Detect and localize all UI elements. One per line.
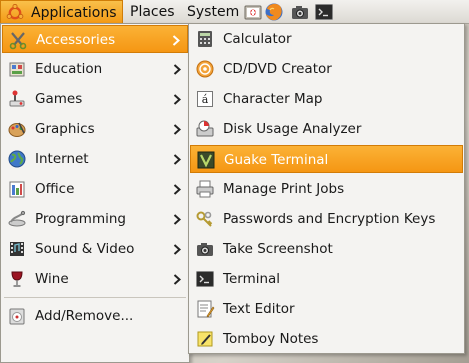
calculator-icon — [198, 31, 212, 47]
submenu-arrow-icon — [173, 154, 181, 165]
menu-item-label: Terminal — [223, 271, 281, 287]
accessories-icon — [9, 32, 27, 50]
menu-item-add-remove[interactable]: Add/Remove... — [2, 302, 188, 330]
text-editor-icon — [197, 300, 215, 318]
ubuntu-logo-icon — [6, 4, 24, 20]
menu-item-label: Calculator — [223, 31, 292, 47]
menu-item-label: Sound & Video — [35, 241, 135, 257]
disk-usage-icon — [196, 120, 214, 137]
graphics-icon — [8, 122, 26, 137]
submenu-arrow-icon — [172, 35, 180, 46]
add-remove-icon — [9, 308, 25, 325]
menu-item-take-screenshot[interactable]: Take Screenshot — [190, 235, 463, 263]
applications-menu-label: Applications — [31, 5, 117, 21]
menu-item-programming[interactable]: Programming — [2, 205, 188, 233]
menu-item-label: Character Map — [223, 91, 323, 107]
submenu-arrow-icon — [173, 214, 181, 225]
menu-item-office[interactable]: Office — [2, 175, 188, 203]
menu-item-manage-print-jobs[interactable]: Manage Print Jobs — [190, 175, 463, 203]
keys-icon — [196, 211, 213, 227]
menu-item-calculator[interactable]: Calculator — [190, 25, 463, 53]
menu-item-label: Disk Usage Analyzer — [223, 121, 362, 137]
menu-item-internet[interactable]: Internet — [2, 145, 188, 173]
programming-icon — [8, 210, 26, 227]
submenu-arrow-icon — [173, 274, 181, 285]
menu-item-text-editor[interactable]: Text Editor — [190, 295, 463, 323]
system-menu-label: System — [187, 4, 240, 20]
guake-icon — [197, 151, 215, 169]
submenu-arrow-icon — [173, 184, 181, 195]
submenu-arrow-icon — [173, 94, 181, 105]
firefox-icon[interactable] — [264, 2, 284, 22]
svg-text:á: á — [202, 93, 209, 106]
menu-item-label: Manage Print Jobs — [223, 181, 345, 197]
places-menu[interactable]: Places — [124, 0, 181, 24]
wine-icon — [11, 271, 23, 287]
menu-item-label: Guake Terminal — [224, 152, 329, 168]
tomboy-icon — [197, 331, 213, 347]
menu-separator — [4, 297, 186, 298]
menu-item-label: Tomboy Notes — [223, 331, 319, 347]
places-menu-label: Places — [130, 4, 175, 20]
menu-item-wine[interactable]: Wine — [2, 265, 188, 293]
terminal-icon — [196, 271, 214, 287]
menu-item-label: Programming — [35, 211, 126, 227]
menu-item-label: Text Editor — [223, 301, 295, 317]
printer-icon — [196, 180, 214, 198]
applications-dropdown: Accessories Education Games Graphics Int… — [0, 23, 190, 363]
menu-item-character-map[interactable]: á Character Map — [190, 85, 463, 113]
menu-item-education[interactable]: Education — [2, 55, 188, 83]
sound-video-icon — [10, 242, 24, 256]
menu-item-label: Add/Remove... — [35, 308, 134, 324]
cd-dvd-icon — [196, 60, 214, 78]
top-panel: Applications Places System — [0, 0, 469, 24]
submenu-arrow-icon — [173, 64, 181, 75]
menu-item-games[interactable]: Games — [2, 85, 188, 113]
menu-item-terminal[interactable]: Terminal — [190, 265, 463, 293]
menu-item-label: Accessories — [36, 32, 116, 48]
menu-item-label: CD/DVD Creator — [223, 61, 332, 77]
system-menu[interactable]: System — [181, 0, 245, 24]
menu-item-label: Internet — [35, 151, 89, 167]
menu-item-label: Games — [35, 91, 83, 107]
menu-item-label: Graphics — [35, 121, 95, 137]
applications-menu[interactable]: Applications — [0, 0, 123, 24]
menu-item-graphics[interactable]: Graphics — [2, 115, 188, 143]
education-icon — [9, 62, 25, 77]
menu-item-sound-video[interactable]: Sound & Video — [2, 235, 188, 263]
menu-item-label: Passwords and Encryption Keys — [223, 211, 436, 227]
menu-item-cd-dvd-creator[interactable]: CD/DVD Creator — [190, 55, 463, 83]
office-icon — [9, 181, 25, 198]
help-icon[interactable] — [243, 2, 263, 22]
menu-item-label: Take Screenshot — [223, 241, 333, 257]
submenu-arrow-icon — [173, 244, 181, 255]
menu-item-accessories[interactable]: Accessories — [2, 25, 188, 53]
menu-item-label: Office — [35, 181, 75, 197]
submenu-arrow-icon — [173, 124, 181, 135]
menu-item-label: Education — [35, 61, 103, 77]
games-icon — [9, 90, 25, 107]
screenshot-icon[interactable] — [290, 2, 310, 22]
menu-item-label: Wine — [35, 271, 69, 287]
menu-item-tomboy-notes[interactable]: Tomboy Notes — [190, 325, 463, 353]
menu-item-guake-terminal[interactable]: Guake Terminal — [190, 145, 463, 173]
terminal-icon[interactable] — [314, 2, 334, 22]
menu-item-disk-usage-analyzer[interactable]: Disk Usage Analyzer — [190, 115, 463, 143]
accessories-submenu: Calculator CD/DVD Creator á Character Ma… — [188, 23, 465, 354]
camera-icon — [197, 243, 213, 256]
internet-icon — [8, 150, 26, 168]
character-map-icon: á — [197, 91, 213, 107]
menu-item-passwords-encryption-keys[interactable]: Passwords and Encryption Keys — [190, 205, 463, 233]
